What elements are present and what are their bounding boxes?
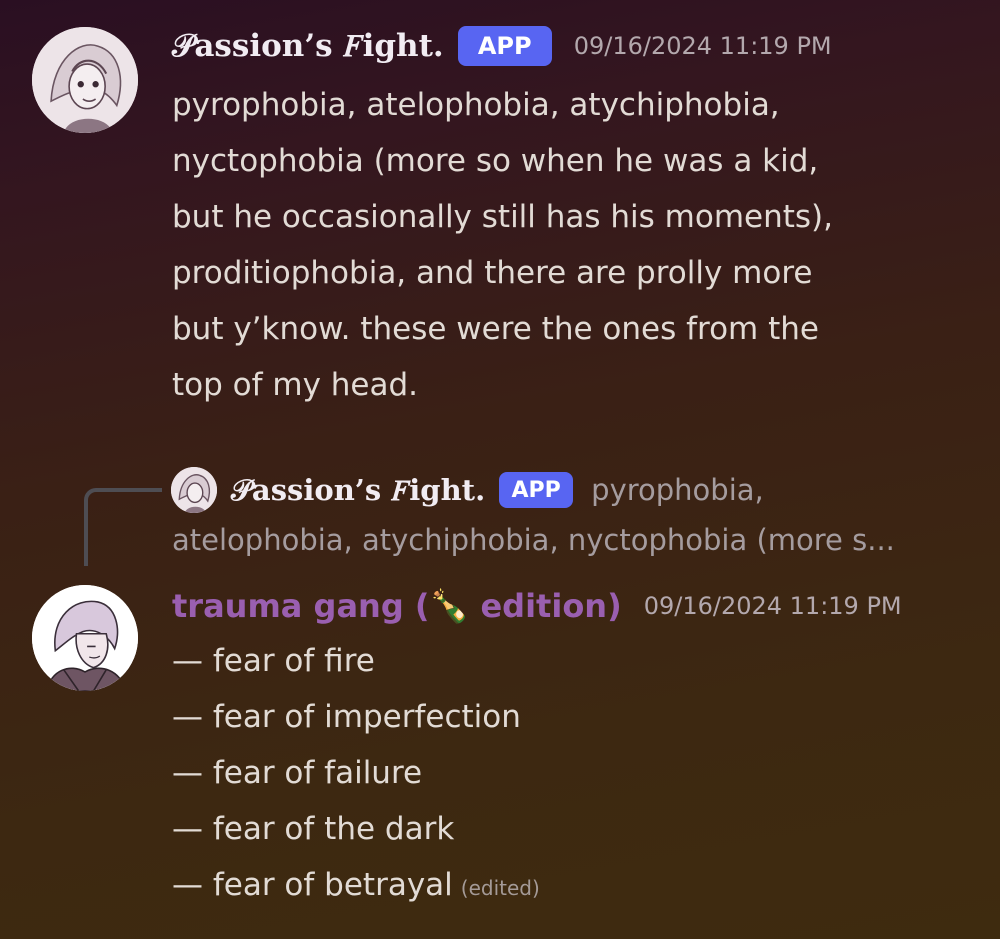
reply-app-badge: APP [499, 472, 574, 508]
app-badge: APP [457, 26, 552, 66]
champagne-emoji-icon: 🍾 [429, 587, 470, 625]
message-line-last: — fear of betrayal (edited) [172, 857, 540, 913]
message-line: — fear of fire [172, 643, 375, 679]
avatar-trauma-gang[interactable] [32, 585, 138, 691]
message2-header: trauma gang (🍾 edition) 09/16/2024 11:19… [172, 582, 902, 630]
reply-connector [84, 488, 162, 566]
message-line: top of my head. [172, 367, 419, 403]
edited-label: (edited) [460, 876, 540, 900]
reply-snippet-line1: pyrophobia, [591, 473, 764, 507]
message1-body: pyrophobia, atelophobia, atychiphobia, n… [172, 77, 833, 413]
message-line: — fear of the dark [172, 811, 455, 847]
reply-preview[interactable]: 𝒫assion’s 𝐹ight. APP pyrophobia, [231, 467, 764, 513]
message-line: nyctophobia (more so when he was a kid, [172, 143, 819, 179]
message1-author[interactable]: 𝒫assion’s 𝐹ight. [172, 28, 444, 65]
message1-timestamp: 09/16/2024 11:19 PM [573, 32, 832, 60]
author-name-prefix: trauma gang ( [172, 587, 430, 625]
message2-author[interactable]: trauma gang (🍾 edition) [172, 587, 622, 625]
message-line: but he occasionally still has his moment… [172, 199, 834, 235]
message-line: — fear of failure [172, 755, 423, 791]
message-line: proditiophobia, and there are prolly mor… [172, 255, 813, 291]
message1-header: 𝒫assion’s 𝐹ight. APP 09/16/2024 11:19 PM [172, 24, 832, 68]
message-line-text: — fear of betrayal [172, 867, 453, 903]
reply-snippet-line2[interactable]: atelophobia, atychiphobia, nyctophobia (… [172, 518, 895, 562]
message-line: pyrophobia, atelophobia, atychiphobia, [172, 87, 780, 123]
message-line: but y’know. these were the ones from the [172, 311, 819, 347]
author-name-suffix: edition) [469, 587, 622, 625]
avatar-passions-fight[interactable] [32, 27, 138, 133]
reply-avatar[interactable] [171, 467, 217, 513]
reply-author[interactable]: 𝒫assion’s 𝐹ight. [231, 473, 485, 508]
message2-timestamp: 09/16/2024 11:19 PM [643, 592, 902, 620]
message-line: — fear of imperfection [172, 699, 521, 735]
message2-body: — fear of fire — fear of imperfection — … [172, 633, 540, 913]
